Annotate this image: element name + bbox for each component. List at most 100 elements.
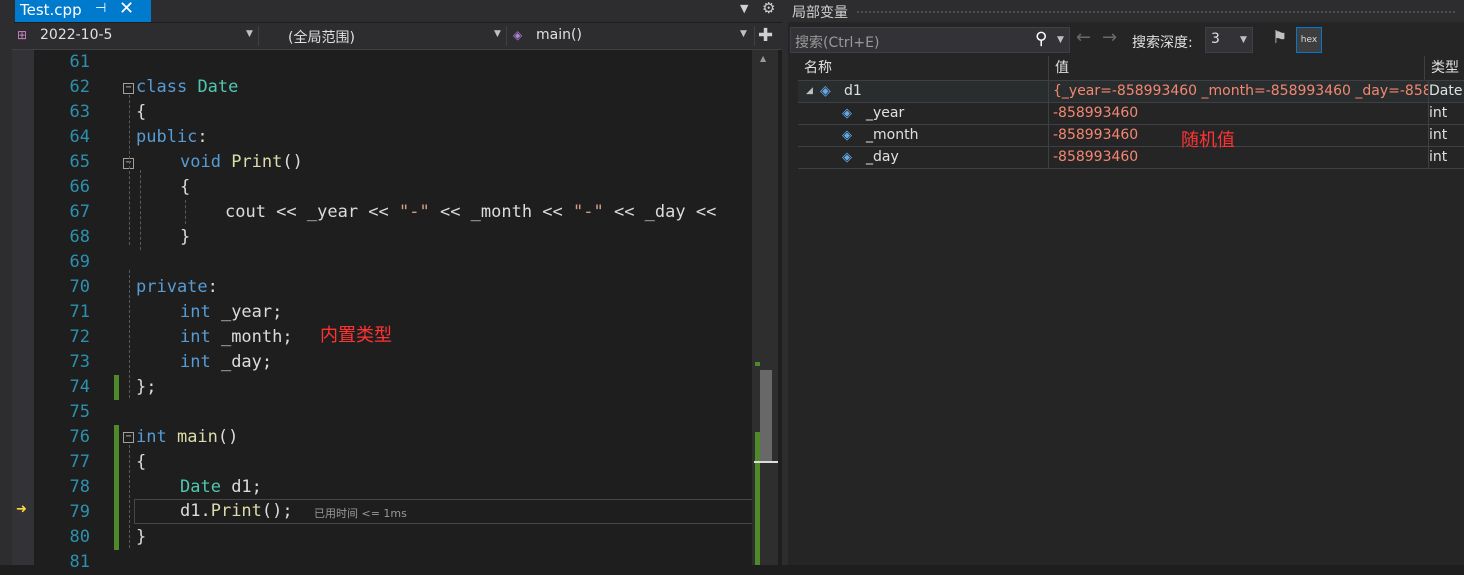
line-number: 62 bbox=[69, 77, 90, 97]
chevron-down-icon: ▼ bbox=[740, 29, 747, 39]
scroll-change-marker bbox=[755, 362, 760, 366]
locals-window: 局部变量 搜索(Ctrl+E) ⚲ ▼ ← → 搜索深度: 3 ▼ ⚑ hex … bbox=[788, 0, 1464, 565]
code-line-67[interactable]: cout << _year << "-" << _month << "-" <<… bbox=[225, 200, 716, 225]
string-literal: "-" bbox=[573, 202, 604, 222]
type-name: Date bbox=[197, 77, 239, 97]
search-depth-value: 3 bbox=[1211, 31, 1220, 47]
project-label: 2022-10-5 bbox=[40, 27, 113, 43]
line-number: 76 bbox=[69, 427, 90, 447]
code-line-79[interactable]: d1.Print(); bbox=[180, 499, 293, 524]
collapse-icon[interactable]: − bbox=[123, 432, 134, 443]
arrow-right-icon[interactable]: → bbox=[1102, 27, 1117, 48]
line-number: 67 bbox=[69, 202, 90, 222]
chevron-down-icon: ▼ bbox=[1240, 35, 1247, 45]
tab-list-dropdown-icon[interactable]: ▼ bbox=[740, 2, 748, 15]
indent-guide bbox=[140, 170, 141, 250]
search-input[interactable]: 搜索(Ctrl+E) ⚲ ▼ bbox=[790, 27, 1070, 53]
code-line-74[interactable]: }; bbox=[136, 375, 156, 400]
hex-display-button[interactable]: hex bbox=[1296, 27, 1322, 53]
code-line-77[interactable]: { bbox=[136, 450, 146, 475]
gear-icon[interactable]: ⚙ bbox=[762, 0, 775, 17]
code-line-64[interactable]: public: bbox=[136, 125, 208, 150]
scope-label: (全局范围) bbox=[288, 30, 355, 46]
chevron-down-icon: ▼ bbox=[494, 29, 501, 39]
punct: () bbox=[282, 152, 303, 172]
keyword: private bbox=[136, 277, 208, 297]
value-cell[interactable]: -858993460 bbox=[1049, 147, 1429, 168]
line-number: 66 bbox=[69, 177, 90, 197]
code-line-80[interactable]: } bbox=[136, 525, 146, 550]
table-row[interactable]: ◈ _month -858993460 int bbox=[798, 125, 1464, 147]
member-dropdown[interactable]: ◈ main() ▼ bbox=[510, 26, 755, 46]
value-cell[interactable]: -858993460 bbox=[1049, 103, 1429, 124]
split-editor-icon[interactable]: ✚ bbox=[758, 25, 773, 46]
code-line-63[interactable]: { bbox=[136, 100, 146, 125]
column-header-name[interactable]: 名称 bbox=[798, 56, 1049, 81]
collapse-arrow-icon[interactable]: ◢ bbox=[806, 81, 813, 102]
title-grip[interactable] bbox=[856, 10, 1456, 14]
search-placeholder: 搜索(Ctrl+E) bbox=[795, 35, 880, 51]
code-line-71[interactable]: int _year; bbox=[180, 300, 282, 325]
builtin-type-annotation: 内置类型 bbox=[320, 325, 392, 346]
column-header-value[interactable]: 值 bbox=[1049, 56, 1425, 81]
pin-icon[interactable]: ⊣ bbox=[95, 1, 106, 16]
line-number: 71 bbox=[69, 302, 90, 322]
field-icon: ◈ bbox=[842, 128, 852, 143]
code-text: _day; bbox=[210, 352, 273, 372]
keyword: int bbox=[180, 352, 211, 372]
vertical-scrollbar[interactable]: ▲ bbox=[752, 50, 778, 565]
line-number: 61 bbox=[69, 52, 90, 72]
code-line-73[interactable]: int _day; bbox=[180, 350, 272, 375]
code-text: _year; bbox=[210, 302, 283, 322]
punct: : bbox=[197, 127, 208, 147]
code-line-72[interactable]: int _month; bbox=[180, 325, 293, 350]
line-number: 70 bbox=[69, 277, 90, 297]
chevron-down-icon[interactable]: ▼ bbox=[1057, 35, 1064, 45]
name-cell: ◈ _year bbox=[798, 103, 1049, 124]
tab-test-cpp[interactable]: Test.cpp ⊣ ✕ bbox=[15, 0, 151, 22]
table-row[interactable]: ◢ ◈ d1 {_year=-858993460 _month=-8589934… bbox=[798, 81, 1464, 103]
type-cell: int bbox=[1429, 149, 1448, 165]
search-depth-select[interactable]: 3 ▼ bbox=[1205, 27, 1253, 53]
line-number: 69 bbox=[69, 252, 90, 272]
object-icon: ◈ bbox=[820, 83, 831, 99]
type-cell: int bbox=[1429, 105, 1448, 121]
pin-icon[interactable]: ⚑ bbox=[1272, 28, 1287, 48]
line-number: 75 bbox=[69, 402, 90, 422]
change-indicator bbox=[114, 375, 119, 400]
close-icon[interactable]: ✕ bbox=[119, 0, 134, 19]
code-text: d1; bbox=[220, 477, 262, 497]
project-dropdown[interactable]: ⊞ 2022-10-5 ▼ bbox=[14, 26, 259, 46]
name-cell: ◢ ◈ d1 bbox=[798, 81, 1049, 102]
field-icon: ◈ bbox=[842, 150, 852, 165]
code-line-78[interactable]: Date d1; bbox=[180, 475, 262, 500]
name-cell: ◈ _month bbox=[798, 125, 1049, 146]
type-cell: Date bbox=[1429, 83, 1463, 99]
line-number: 73 bbox=[69, 352, 90, 372]
field-icon: ◈ bbox=[842, 106, 852, 121]
scope-dropdown[interactable]: (全局范围) ▼ bbox=[262, 26, 507, 46]
value-cell[interactable]: -858993460 bbox=[1049, 125, 1429, 146]
column-header-label: 类型 bbox=[1431, 60, 1459, 76]
code-line-65[interactable]: void Print() bbox=[180, 150, 303, 175]
table-row[interactable]: ◈ _day -858993460 int bbox=[798, 147, 1464, 169]
code-line-70[interactable]: private: bbox=[136, 275, 218, 300]
chevron-down-icon: ▼ bbox=[246, 29, 253, 39]
line-number: 63 bbox=[69, 102, 90, 122]
search-icon[interactable]: ⚲ bbox=[1035, 29, 1047, 49]
collapse-icon[interactable]: − bbox=[123, 83, 134, 94]
code-line-66[interactable]: { bbox=[180, 175, 190, 200]
code-line-76[interactable]: int main() bbox=[136, 425, 238, 450]
code-editor[interactable]: Test.cpp ⊣ ✕ ▼ ⚙ ⊞ 2022-10-5 ▼ (全局范围) ▼ … bbox=[0, 0, 782, 572]
code-line-62[interactable]: class Date bbox=[136, 75, 238, 100]
scrollbar-thumb[interactable] bbox=[760, 370, 772, 462]
value-cell[interactable]: {_year=-858993460 _month=-858993460 _day… bbox=[1049, 81, 1429, 102]
scroll-up-icon[interactable]: ▲ bbox=[760, 54, 766, 63]
arrow-left-icon[interactable]: ← bbox=[1076, 27, 1091, 48]
locals-toolbar: 搜索(Ctrl+E) ⚲ ▼ ← → 搜索深度: 3 ▼ ⚑ hex bbox=[788, 24, 1464, 54]
code-line-68[interactable]: } bbox=[180, 225, 190, 250]
line-number: 65 bbox=[69, 152, 90, 172]
table-row[interactable]: ◈ _year -858993460 int bbox=[798, 103, 1464, 125]
column-header-type[interactable]: 类型 bbox=[1425, 56, 1464, 81]
elapsed-time-hint: 已用时间 <= 1ms bbox=[314, 507, 407, 520]
